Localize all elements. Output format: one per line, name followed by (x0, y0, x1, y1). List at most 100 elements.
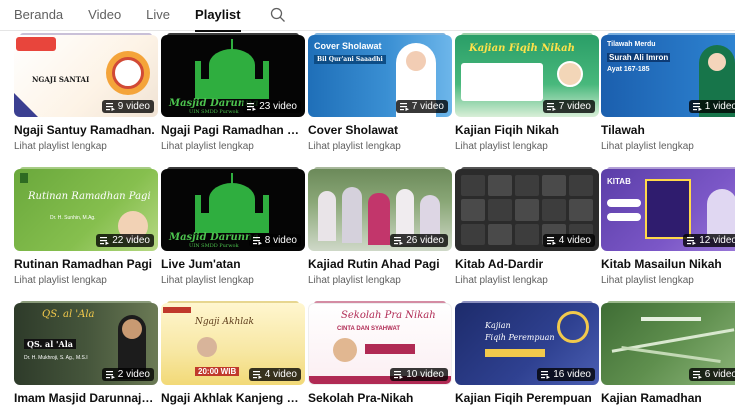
playlist-card[interactable]: Tilawah Merdu Surah Ali Imron Ayat 167-1… (601, 31, 735, 152)
view-full-playlist-link[interactable]: Lihat playlist lengkap (14, 275, 158, 286)
playlist-title[interactable]: Rutinan Ramadhan Pagi (14, 257, 158, 271)
playlist-icon (394, 370, 404, 379)
playlist-title[interactable]: Tilawah (601, 123, 735, 137)
video-count-badge: 16 video (537, 368, 595, 381)
playlist-title[interactable]: Ngaji Akhlak Kanjeng Nabi (161, 391, 305, 405)
playlist-icon (546, 236, 556, 245)
thumb-caption: 20:00 WIB (195, 367, 240, 376)
playlist-thumbnail[interactable]: QS. al 'Ala QS. al 'Ala Dr. H. Mukhroji,… (14, 299, 158, 385)
playlist-card[interactable]: 6 video Kajian Ramadhan (601, 299, 735, 405)
playlist-thumbnail[interactable]: Masjid Darunna UIN SMDD Purwok 23 video (161, 31, 305, 117)
playlist-card[interactable]: Sekolah Pra Nikah CINTA DAN SYAHWAT 10 v… (308, 299, 452, 405)
playlist-icon (687, 236, 697, 245)
video-count-badge: 10 video (390, 368, 448, 381)
video-count: 16 video (553, 369, 591, 380)
playlist-card[interactable]: QS. al 'Ala QS. al 'Ala Dr. H. Mukhroji,… (14, 299, 158, 405)
thumb-caption: Masjid Darunna (169, 232, 259, 243)
video-count: 26 video (406, 235, 444, 246)
playlist-title[interactable]: Kajiad Rutin Ahad Pagi (308, 257, 452, 271)
playlist-card[interactable]: Kajian Fiqih Perempuan 16 video Kajian F… (455, 299, 599, 405)
video-count-badge: 6 video (688, 368, 735, 381)
view-full-playlist-link[interactable]: Lihat playlist lengkap (161, 275, 305, 286)
playlist-card[interactable]: Kajian Fiqih Nikah 7 video Kajian Fiqih … (455, 31, 599, 152)
playlist-card[interactable]: Masjid Darunna UIN SMDD Purwok 8 video L… (161, 165, 305, 286)
playlist-card[interactable]: Masjid Darunna UIN SMDD Purwok 23 video … (161, 31, 305, 152)
video-count: 23 video (259, 101, 297, 112)
playlist-thumbnail[interactable]: Tilawah Merdu Surah Ali Imron Ayat 167-1… (601, 31, 735, 117)
search-icon[interactable] (270, 7, 286, 23)
playlist-thumbnail[interactable]: 26 video (308, 165, 452, 251)
video-count: 22 video (112, 235, 150, 246)
playlist-card[interactable]: Rutinan Ramadhan Pagi Dr. H. Sunhin, M.A… (14, 165, 158, 286)
playlist-icon (252, 370, 262, 379)
playlist-thumbnail[interactable]: Kajian Fiqih Perempuan 16 video (455, 299, 599, 385)
playlist-title[interactable]: Ngaji Pagi Ramadhan 1444 H (161, 123, 305, 137)
playlist-thumbnail[interactable]: 4 video (455, 165, 599, 251)
video-count: 7 video (558, 101, 591, 112)
thumb-caption: Bil Qur'ani Saaadhi (314, 55, 386, 64)
video-count: 2 video (117, 369, 150, 380)
playlist-thumbnail[interactable]: NGAJI SANTAI 9 video (14, 31, 158, 117)
playlist-title[interactable]: Kajian Fiqih Perempuan (455, 391, 599, 405)
playlist-card[interactable]: 4 video Kitab Ad-Dardir Lihat playlist l… (455, 165, 599, 286)
playlist-title[interactable]: Cover Sholawat (308, 123, 452, 137)
video-count-badge: 7 video (542, 100, 595, 113)
playlist-title[interactable]: Ngaji Santuy Ramadhan. (14, 123, 158, 137)
view-full-playlist-link[interactable]: Lihat playlist lengkap (601, 275, 735, 286)
tab-live[interactable]: Live (146, 0, 170, 31)
playlist-thumbnail[interactable]: Ngaji Akhlak 20:00 WIB 4 video (161, 299, 305, 385)
thumb-caption: Dr. H. Sunhin, M.Ag. (50, 215, 96, 221)
playlist-thumbnail[interactable]: Cover Sholawat Bil Qur'ani Saaadhi 7 vid… (308, 31, 452, 117)
playlist-title[interactable]: Kajian Fiqih Nikah (455, 123, 599, 137)
playlist-icon (100, 236, 110, 245)
video-count: 4 video (558, 235, 591, 246)
tab-video[interactable]: Video (88, 0, 121, 31)
playlist-card[interactable]: Ngaji Akhlak 20:00 WIB 4 video Ngaji Akh… (161, 299, 305, 405)
video-count-badge: 22 video (96, 234, 154, 247)
video-count-badge: 26 video (390, 234, 448, 247)
playlist-icon (252, 236, 262, 245)
playlist-thumbnail[interactable]: Kajian Fiqih Nikah 7 video (455, 31, 599, 117)
playlist-thumbnail[interactable]: 6 video (601, 299, 735, 385)
playlist-title[interactable]: Live Jum'atan (161, 257, 305, 271)
video-count-badge: 8 video (248, 234, 301, 247)
view-full-playlist-link[interactable]: Lihat playlist lengkap (455, 275, 599, 286)
view-full-playlist-link[interactable]: Lihat playlist lengkap (601, 141, 735, 152)
thumb-caption: QS. al 'Ala (24, 339, 76, 349)
video-count: 6 video (704, 369, 735, 380)
view-full-playlist-link[interactable]: Lihat playlist lengkap (308, 141, 452, 152)
playlist-card[interactable]: KITAB 12 video Kitab Masailun Nikah Liha… (601, 165, 735, 286)
view-full-playlist-link[interactable]: Lihat playlist lengkap (161, 141, 305, 152)
video-count: 12 video (699, 235, 735, 246)
playlist-icon (247, 102, 257, 111)
view-full-playlist-link[interactable]: Lihat playlist lengkap (14, 141, 158, 152)
playlist-title[interactable]: Kitab Masailun Nikah (601, 257, 735, 271)
playlist-card[interactable]: NGAJI SANTAI 9 video Ngaji Santuy Ramadh… (14, 31, 158, 152)
thumb-caption: Ayat 167-185 (607, 66, 650, 73)
thumb-caption: UIN SMDD Purwok (189, 243, 239, 249)
playlist-thumbnail[interactable]: Sekolah Pra Nikah CINTA DAN SYAHWAT 10 v… (308, 299, 452, 385)
playlist-thumbnail[interactable]: Masjid Darunna UIN SMDD Purwok 8 video (161, 165, 305, 251)
video-count-badge: 7 video (395, 100, 448, 113)
tab-beranda[interactable]: Beranda (14, 0, 63, 31)
playlist-card[interactable]: 26 video Kajiad Rutin Ahad Pagi Lihat pl… (308, 165, 452, 286)
view-full-playlist-link[interactable]: Lihat playlist lengkap (308, 275, 452, 286)
tab-playlist[interactable]: Playlist (195, 0, 241, 32)
playlist-icon (105, 102, 115, 111)
playlist-title[interactable]: Imam Masjid Darunnajah UIN (14, 391, 158, 405)
view-full-playlist-link[interactable]: Lihat playlist lengkap (455, 141, 599, 152)
playlist-title[interactable]: Sekolah Pra-Nikah (308, 391, 452, 405)
playlist-title[interactable]: Kitab Ad-Dardir (455, 257, 599, 271)
playlist-card[interactable]: Cover Sholawat Bil Qur'ani Saaadhi 7 vid… (308, 31, 452, 152)
video-count-badge: 4 video (542, 234, 595, 247)
thumb-caption: Cover Sholawat (314, 41, 382, 51)
playlist-thumbnail[interactable]: KITAB 12 video (601, 165, 735, 251)
thumb-caption: Rutinan Ramadhan Pagi (28, 191, 151, 202)
video-count-badge: 2 video (101, 368, 154, 381)
playlist-thumbnail[interactable]: Rutinan Ramadhan Pagi Dr. H. Sunhin, M.A… (14, 165, 158, 251)
thumb-caption: NGAJI SANTAI (32, 75, 90, 84)
playlist-icon (546, 102, 556, 111)
playlist-icon (394, 236, 404, 245)
playlist-title[interactable]: Kajian Ramadhan (601, 391, 735, 405)
video-count: 7 video (411, 101, 444, 112)
